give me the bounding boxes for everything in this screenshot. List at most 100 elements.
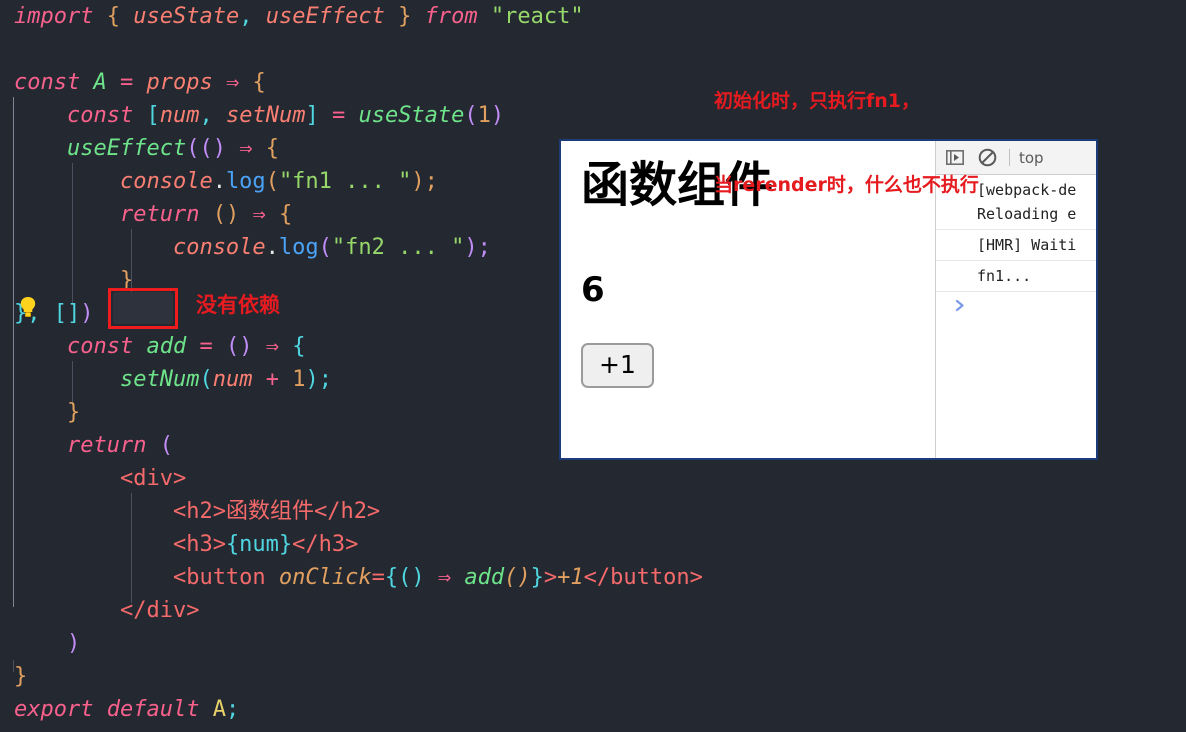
console-log-row: fn1... bbox=[936, 261, 1096, 292]
code-token: ) bbox=[239, 334, 253, 359]
code-line: <h2>函数组件</h2> bbox=[0, 495, 1186, 528]
code-token: ⇒ bbox=[265, 334, 279, 359]
clear-console-icon[interactable] bbox=[976, 147, 998, 169]
code-token: useEffect bbox=[66, 136, 187, 161]
code-token: num bbox=[159, 103, 200, 128]
code-token: props bbox=[146, 70, 213, 95]
console-context-selector[interactable]: top bbox=[1019, 149, 1044, 167]
code-token: ; bbox=[225, 697, 240, 722]
code-token: const bbox=[14, 70, 81, 95]
code-token: 1 bbox=[477, 103, 491, 128]
code-token: setNum bbox=[225, 103, 306, 128]
code-token: "react" bbox=[490, 4, 584, 29]
code-token: +1 bbox=[557, 565, 584, 590]
code-line: const A = props ⇒ { bbox=[0, 66, 1186, 99]
code-token: ⇒ bbox=[437, 565, 452, 590]
code-token: export bbox=[14, 697, 94, 722]
code-token: A bbox=[212, 697, 226, 722]
code-token: { bbox=[278, 202, 293, 227]
code-token: , bbox=[239, 4, 253, 29]
code-token: 函数组件 bbox=[225, 499, 314, 524]
code-token: { bbox=[265, 136, 279, 161]
code-token: ) bbox=[490, 103, 505, 128]
code-token: ) bbox=[517, 565, 531, 590]
code-token: "fn2 ... " bbox=[331, 235, 465, 260]
code-token: { bbox=[106, 4, 120, 29]
code-token: log bbox=[225, 169, 266, 194]
code-token: ⇒ bbox=[239, 136, 253, 161]
code-token: } bbox=[119, 268, 134, 293]
code-token: ( bbox=[504, 565, 518, 590]
annotation-dependency: 没有依赖 bbox=[196, 293, 280, 317]
code-token: } bbox=[14, 664, 28, 689]
code-line: </div> bbox=[0, 594, 1186, 627]
code-token: [ bbox=[53, 301, 67, 326]
increment-button[interactable]: +1 bbox=[581, 343, 654, 388]
code-token: } bbox=[66, 400, 81, 425]
lightbulb-icon[interactable] bbox=[19, 296, 37, 318]
dependency-array-highlight bbox=[113, 292, 173, 324]
code-token: ; bbox=[318, 367, 332, 392]
code-token: A bbox=[93, 70, 107, 95]
code-token: ⇒ bbox=[225, 70, 240, 95]
code-token: ( bbox=[199, 136, 213, 161]
code-token: ; bbox=[477, 235, 491, 260]
code-token: console bbox=[172, 235, 266, 260]
code-token: num bbox=[212, 367, 253, 392]
code-token: ( bbox=[398, 565, 412, 590]
code-token: return bbox=[119, 202, 200, 227]
code-token: ( bbox=[225, 334, 240, 359]
annotation-behaviour-line2: 当rerender时，什么也不执行 bbox=[714, 174, 979, 196]
code-token: return bbox=[66, 433, 147, 458]
code-token: ) bbox=[225, 202, 240, 227]
app-counter-value: 6 bbox=[581, 270, 605, 310]
code-line: } bbox=[0, 660, 1186, 693]
code-line: <button onClick={() ⇒ add()}>+1</button> bbox=[0, 561, 1186, 594]
code-token: "fn1 ... " bbox=[278, 169, 412, 194]
code-token: add bbox=[464, 565, 505, 590]
code-token: onClick bbox=[278, 565, 372, 590]
code-token: ( bbox=[265, 169, 279, 194]
console-prompt[interactable] bbox=[936, 292, 1096, 317]
code-token: ( bbox=[212, 202, 226, 227]
code-token: from bbox=[424, 4, 478, 29]
annotation-behaviour: 初始化时，只执行fn1， 当rerender时，什么也不执行 bbox=[714, 31, 979, 255]
code-token: useState bbox=[358, 103, 465, 128]
code-token: ( bbox=[186, 136, 200, 161]
code-token: ( bbox=[318, 235, 332, 260]
code-token: = bbox=[371, 565, 385, 590]
code-token: ) bbox=[66, 631, 81, 656]
